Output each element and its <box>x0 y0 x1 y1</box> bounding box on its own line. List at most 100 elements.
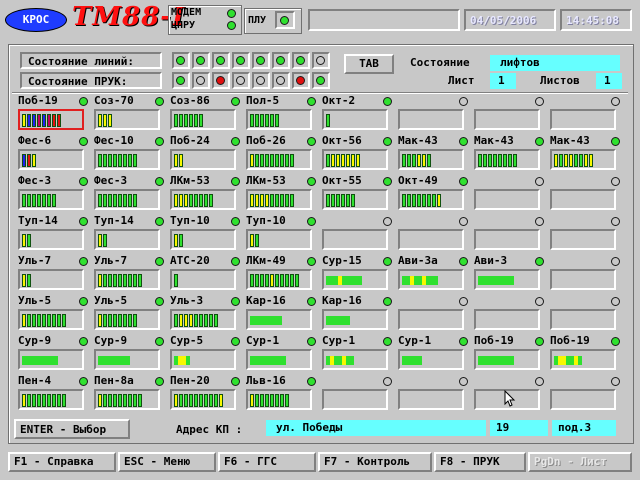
floor-segment <box>98 194 102 207</box>
floor-segment <box>47 114 51 127</box>
elevator-cell[interactable] <box>550 175 622 213</box>
elevator-status-led <box>611 177 620 186</box>
elevator-cell[interactable]: Поб-19 <box>18 95 90 133</box>
pgdn-sheet-button[interactable]: PgDn - Лист <box>528 452 632 472</box>
elevator-cell[interactable] <box>550 215 622 253</box>
elevator-state-box <box>474 109 540 130</box>
esc-menu-button[interactable]: ESC - Меню <box>118 452 216 472</box>
elevator-cell[interactable] <box>550 255 622 293</box>
elevator-cell[interactable]: Туп-10 <box>170 215 242 253</box>
elevator-cell[interactable]: Пол-5 <box>246 95 318 133</box>
elevator-cell[interactable] <box>550 95 622 133</box>
elevator-status-led <box>79 217 88 226</box>
elevator-cell[interactable]: Окт-55 <box>322 175 394 213</box>
floor-segment <box>265 274 269 287</box>
elevator-cell[interactable]: Льв-16 <box>246 375 318 413</box>
elevator-cell[interactable]: Фес-3 <box>94 175 166 213</box>
floor-segment <box>493 154 497 167</box>
f7-control-button[interactable]: F7 - Контроль <box>318 452 432 472</box>
elevator-cell[interactable]: Поб-19 <box>474 335 546 373</box>
f1-help-button[interactable]: F1 - Справка <box>8 452 116 472</box>
floor-segment <box>22 274 26 287</box>
elevator-cell[interactable]: Окт-56 <box>322 135 394 173</box>
floor-segment <box>62 394 66 407</box>
elevator-cell[interactable]: Мак-43 <box>474 135 546 173</box>
pruk-state-led-5 <box>256 76 265 85</box>
elevator-cell[interactable] <box>398 295 470 333</box>
kros-logo: КРОС <box>5 8 67 32</box>
elevator-cell[interactable]: Ави-3а <box>398 255 470 293</box>
elevator-cell[interactable]: Фес-10 <box>94 135 166 173</box>
elevator-cell[interactable]: Кар-16 <box>322 295 394 333</box>
elevator-cell[interactable]: Сур-9 <box>94 335 166 373</box>
elevator-cell[interactable]: Окт-2 <box>322 95 394 133</box>
elevator-cell[interactable]: Окт-49 <box>398 175 470 213</box>
floor-segment <box>133 154 137 167</box>
floor-segment <box>174 394 178 407</box>
elevator-cell[interactable]: Поб-19 <box>550 335 622 373</box>
floor-segment <box>194 114 198 127</box>
elevator-status-led <box>611 97 620 106</box>
elevator-cell[interactable] <box>550 375 622 413</box>
floor-segment <box>184 194 188 207</box>
elevator-cell[interactable]: Соз-70 <box>94 95 166 133</box>
floor-segment <box>255 154 259 167</box>
elevator-cell[interactable]: Туп-14 <box>94 215 166 253</box>
elevator-cell[interactable]: Пен-4 <box>18 375 90 413</box>
line-state-led-box <box>312 52 330 69</box>
elevator-state-box <box>170 189 236 210</box>
elevator-cell[interactable] <box>398 375 470 413</box>
elevator-cell[interactable]: Уль-5 <box>18 295 90 333</box>
floor-segment <box>27 114 31 127</box>
elevator-name: Туп-14 <box>94 214 134 227</box>
elevator-cell[interactable]: АТС-20 <box>170 255 242 293</box>
elevator-cell[interactable]: Пен-20 <box>170 375 242 413</box>
elevator-cell[interactable]: Фес-3 <box>18 175 90 213</box>
elevator-cell[interactable]: Уль-7 <box>94 255 166 293</box>
elevator-cell[interactable]: Кар-16 <box>246 295 318 333</box>
elevator-status-led <box>383 217 392 226</box>
elevator-cell[interactable]: ЛКм-53 <box>170 175 242 213</box>
elevator-cell[interactable] <box>398 95 470 133</box>
elevator-cell[interactable]: Сур-1 <box>322 335 394 373</box>
elevator-cell[interactable]: Сур-15 <box>322 255 394 293</box>
elevator-cell[interactable]: Мак-43 <box>550 135 622 173</box>
elevator-name: Уль-3 <box>170 294 204 307</box>
elevator-cell[interactable]: Фес-6 <box>18 135 90 173</box>
elevator-cell[interactable]: Сур-1 <box>246 335 318 373</box>
elevator-cell[interactable] <box>474 175 546 213</box>
elevator-cell[interactable]: Поб-24 <box>170 135 242 173</box>
elevator-cell[interactable]: Сур-1 <box>398 335 470 373</box>
enter-select-button[interactable]: ENTER - Выбор <box>14 419 130 439</box>
elevator-cell[interactable]: Соз-86 <box>170 95 242 133</box>
floor-segment <box>250 274 254 287</box>
elevator-cell[interactable]: Уль-3 <box>170 295 242 333</box>
elevator-cell[interactable] <box>474 295 546 333</box>
elevator-cell[interactable]: Пен-8а <box>94 375 166 413</box>
elevator-cell[interactable]: ЛКм-49 <box>246 255 318 293</box>
elevator-cell[interactable] <box>322 215 394 253</box>
line-state-led-box <box>272 52 290 69</box>
elevator-cell[interactable]: Уль-7 <box>18 255 90 293</box>
elevator-cell[interactable] <box>474 95 546 133</box>
f8-pruk-button[interactable]: F8 - ПРУК <box>434 452 526 472</box>
elevator-cell[interactable]: Уль-5 <box>94 295 166 333</box>
elevator-cell[interactable]: Сур-9 <box>18 335 90 373</box>
elevator-cell[interactable]: Сур-5 <box>170 335 242 373</box>
elevator-cell[interactable]: Туп-10 <box>246 215 318 253</box>
tab-button[interactable]: TAB <box>344 54 394 74</box>
sheet-value-field: 1 <box>490 73 516 89</box>
elevator-cell[interactable]: Туп-14 <box>18 215 90 253</box>
floor-segment <box>123 194 127 207</box>
elevator-cell[interactable] <box>322 375 394 413</box>
elevator-cell[interactable]: Ави-3 <box>474 255 546 293</box>
floor-segment <box>209 194 213 207</box>
elevator-cell[interactable]: Поб-26 <box>246 135 318 173</box>
elevator-cell[interactable]: Мак-43 <box>398 135 470 173</box>
elevator-cell[interactable] <box>398 215 470 253</box>
elevator-cell[interactable]: ЛКм-53 <box>246 175 318 213</box>
elevator-cell[interactable] <box>550 295 622 333</box>
f6-ggs-button[interactable]: F6 - ГГС <box>218 452 316 472</box>
elevator-cell[interactable] <box>474 215 546 253</box>
elevator-name: Пен-20 <box>170 374 210 387</box>
